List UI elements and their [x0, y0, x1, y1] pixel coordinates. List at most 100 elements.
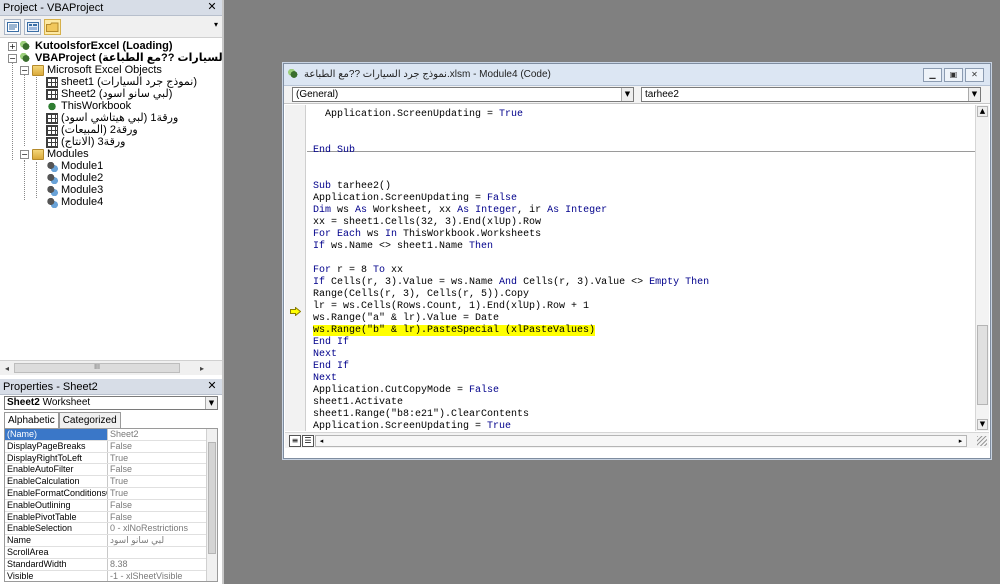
minimize-button[interactable]: ▁: [923, 68, 942, 82]
property-value[interactable]: True: [108, 453, 217, 464]
code-keyword: True: [499, 109, 524, 120]
scroll-left-icon[interactable]: ◂: [1, 363, 13, 374]
property-row[interactable]: Visible -1 - xlSheetVisible: [5, 570, 217, 581]
module-icon: [46, 160, 58, 172]
code-combos: (General) ▼ tarhee2 ▼: [284, 86, 990, 104]
property-row[interactable]: EnablePivotTable False: [5, 511, 217, 524]
tree-node-label: VBAProject (نموذج جرد السيارات ??مع الطب…: [35, 52, 222, 64]
scroll-right-icon[interactable]: ▸: [196, 363, 208, 374]
property-row[interactable]: Name لبي سانو اسود: [5, 535, 217, 547]
tree-node-module2[interactable]: Module2: [46, 172, 103, 184]
close-icon[interactable]: ✕: [206, 380, 218, 392]
scroll-thumb[interactable]: [977, 325, 988, 405]
close-icon[interactable]: ✕: [206, 1, 218, 13]
scroll-right-icon[interactable]: ▸: [955, 436, 966, 446]
property-value[interactable]: False: [108, 512, 217, 523]
scroll-down-icon[interactable]: ▼: [977, 419, 988, 430]
property-row[interactable]: EnableOutlining False: [5, 499, 217, 512]
property-value[interactable]: Sheet2: [108, 429, 217, 440]
property-row[interactable]: ScrollArea: [5, 546, 217, 559]
object-combo[interactable]: (General) ▼: [292, 87, 634, 102]
property-row[interactable]: EnableCalculation True: [5, 476, 217, 488]
code-text: xx: [385, 265, 404, 276]
view-object-button[interactable]: [24, 18, 41, 35]
tree-node-label: Module3: [61, 184, 104, 196]
scroll-left-icon[interactable]: ◂: [316, 436, 327, 446]
code-editor[interactable]: Application.ScreenUpdating = True End Sub…: [307, 105, 977, 431]
property-row[interactable]: (Name) Sheet2: [5, 429, 217, 441]
code-vertical-scrollbar[interactable]: ▲ ▼: [975, 105, 989, 431]
property-value[interactable]: 8.38: [108, 559, 217, 570]
expand-plus-icon[interactable]: +: [8, 41, 17, 51]
tree-node-module4[interactable]: Module4: [46, 196, 103, 208]
tree-node-sheet-hitachi[interactable]: ورقة1 (لبي هيتاشي اسود): [46, 112, 178, 124]
scroll-thumb[interactable]: III: [14, 363, 180, 373]
tree-node-thisworkbook[interactable]: ThisWorkbook: [46, 100, 131, 112]
code-text: ws: [331, 205, 356, 216]
properties-vertical-scrollbar[interactable]: [206, 429, 217, 581]
scroll-up-icon[interactable]: ▲: [977, 106, 988, 117]
property-key: EnableAutoFilter: [5, 464, 108, 476]
chevron-down-icon[interactable]: ▼: [968, 88, 980, 101]
procedure-combo[interactable]: tarhee2 ▼: [641, 87, 981, 102]
restore-button[interactable]: ▣: [944, 68, 963, 82]
property-value[interactable]: False: [108, 441, 217, 452]
tree-node-module3[interactable]: Module3: [46, 184, 103, 196]
property-row[interactable]: StandardWidth 8.38: [5, 558, 217, 571]
tree-node-module1[interactable]: Module1: [46, 160, 103, 172]
property-value[interactable]: False: [108, 500, 217, 511]
property-value[interactable]: 0 - xlNoRestrictions: [108, 523, 217, 534]
module-icon: [46, 184, 58, 196]
property-row[interactable]: EnableSelection 0 - xlNoRestrictions: [5, 523, 217, 536]
tree-node-sheet-production[interactable]: ورقة3 (الانتاج): [46, 136, 125, 148]
view-object-icon: [26, 21, 39, 32]
chevron-down-icon[interactable]: ▼: [205, 397, 217, 409]
code-text: xx = sheet1.Cells(32, 3).End(xlUp).Row: [313, 217, 542, 228]
toggle-folders-button[interactable]: [44, 18, 61, 35]
close-button[interactable]: ✕: [965, 68, 984, 82]
view-code-button[interactable]: [4, 18, 21, 35]
properties-object-type: Worksheet: [42, 397, 91, 408]
properties-object-select[interactable]: Sheet2 Worksheet ▼: [4, 396, 218, 410]
code-window-titlebar[interactable]: نموذج جرد السيارات ??مع الطباعة.xlsm - M…: [284, 64, 990, 86]
chevron-down-icon[interactable]: ▾: [214, 20, 218, 29]
tree-node-modules[interactable]: − Modules: [20, 148, 89, 160]
code-keyword: End If: [313, 337, 350, 348]
property-value[interactable]: لبي سانو اسود: [108, 535, 217, 546]
full-module-view-icon[interactable]: ☰: [302, 435, 314, 447]
code-text: Application.ScreenUpdating =: [313, 109, 500, 120]
collapse-minus-icon[interactable]: −: [20, 65, 29, 75]
property-value[interactable]: False: [108, 464, 217, 475]
code-horizontal-scrollbar[interactable]: ◂ ▸: [315, 435, 967, 447]
tab-categorized[interactable]: Categorized: [58, 412, 121, 428]
tree-node-sheet-sales[interactable]: ورقة2 (المبيعات): [46, 124, 138, 136]
tree-node-sheet2[interactable]: Sheet2 (لبي سانو اسود): [46, 88, 172, 100]
property-row[interactable]: EnableAutoFilter False: [5, 464, 217, 477]
code-line: xx = sheet1.Cells(32, 3).End(xlUp).Row: [313, 217, 541, 229]
tree-node-kutools[interactable]: + KutoolsforExcel (Loading): [8, 40, 173, 52]
property-value[interactable]: True: [108, 488, 217, 499]
tree-node-sheet1[interactable]: sheet1 (نموذج جرد السيارات): [46, 76, 197, 88]
tree-node-vbaproject[interactable]: − VBAProject (نموذج جرد السيارات ??مع ال…: [8, 52, 222, 64]
property-key: EnablePivotTable: [5, 511, 108, 523]
code-text: , ir: [517, 205, 548, 216]
code-margin[interactable]: [285, 105, 306, 431]
property-row[interactable]: DisplayRightToLeft True: [5, 452, 217, 465]
resize-grip[interactable]: [977, 436, 987, 446]
scroll-thumb[interactable]: [208, 442, 216, 554]
window-buttons: ▁ ▣ ✕: [923, 68, 984, 82]
property-value[interactable]: -1 - xlSheetVisible: [108, 571, 217, 581]
chevron-down-icon[interactable]: ▼: [621, 88, 633, 101]
property-row[interactable]: DisplayPageBreaks False: [5, 440, 217, 453]
project-horizontal-scrollbar[interactable]: ◂ III ▸: [0, 360, 222, 375]
collapse-minus-icon[interactable]: −: [20, 149, 29, 159]
procedure-view-icon[interactable]: ≡: [289, 435, 301, 447]
tab-alphabetic[interactable]: Alphabetic: [4, 412, 59, 429]
tree-node-excel-objects[interactable]: − Microsoft Excel Objects: [20, 64, 162, 76]
collapse-minus-icon[interactable]: −: [8, 53, 17, 63]
property-value[interactable]: [108, 547, 217, 558]
property-row[interactable]: EnableFormatConditionsCalcTrue: [5, 487, 217, 500]
property-value[interactable]: True: [108, 476, 217, 487]
properties-object-name: Sheet2: [7, 397, 40, 408]
tree-node-label: sheet1 (نموذج جرد السيارات): [61, 76, 198, 88]
